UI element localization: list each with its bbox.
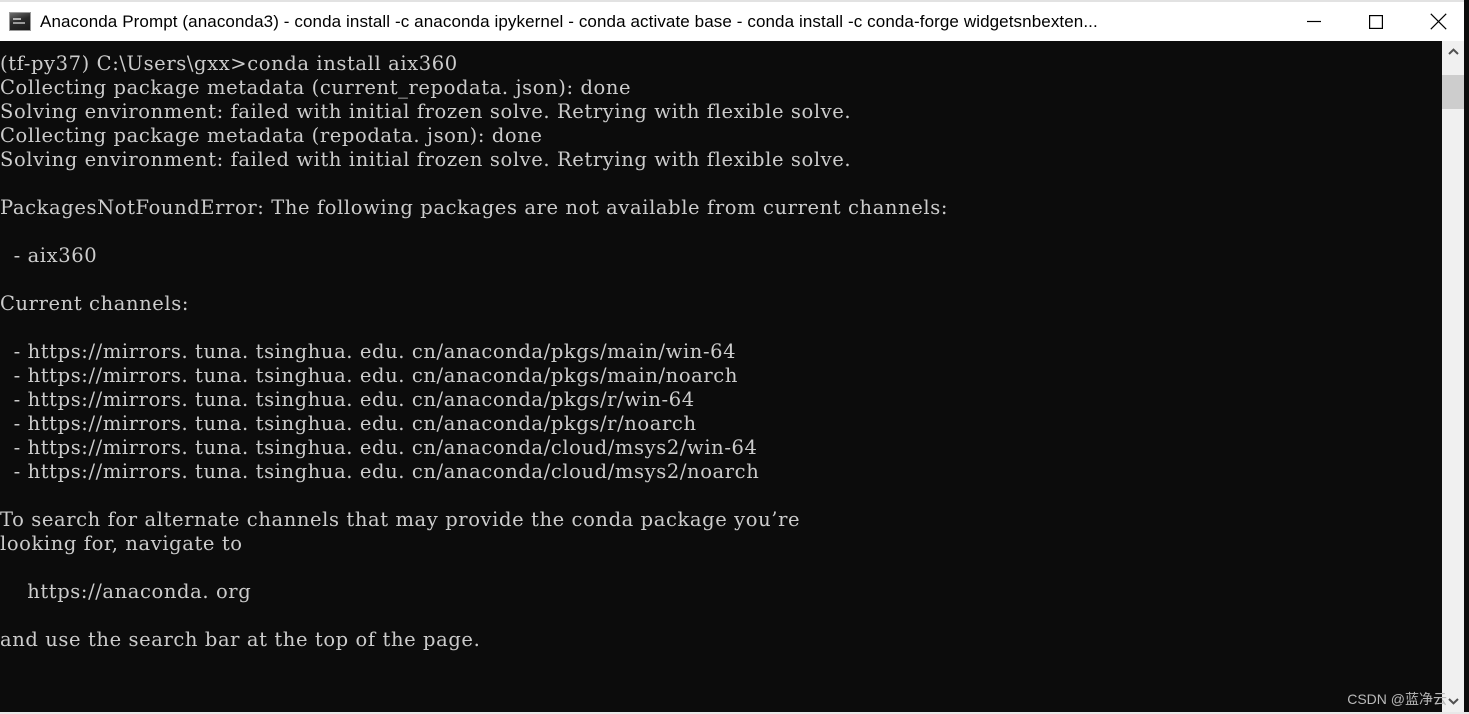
minimize-button[interactable] [1283,1,1345,42]
window-title: Anaconda Prompt (anaconda3) - conda inst… [40,11,1098,31]
close-button[interactable] [1407,1,1469,42]
scrollbar-thumb[interactable] [1442,75,1464,109]
minimize-icon [1306,20,1321,23]
window-controls [1283,1,1469,42]
scroll-down-button[interactable] [1442,690,1464,712]
chevron-up-icon [1447,48,1459,55]
console-output-area[interactable]: (tf-py37) C:\Users\gxx>conda install aix… [0,41,1442,712]
window-titlebar[interactable]: Anaconda Prompt (anaconda3) - conda inst… [0,0,1469,41]
console-text: (tf-py37) C:\Users\gxx>conda install aix… [0,52,948,651]
maximize-button[interactable] [1345,1,1407,42]
console-icon [9,12,31,31]
vertical-scrollbar[interactable] [1442,41,1464,712]
chevron-down-icon [1447,698,1459,705]
close-icon [1429,13,1447,30]
anaconda-prompt-window: Anaconda Prompt (anaconda3) - conda inst… [0,0,1469,714]
window-right-frame [1464,0,1469,714]
scroll-up-button[interactable] [1442,41,1464,63]
maximize-icon [1369,14,1383,29]
